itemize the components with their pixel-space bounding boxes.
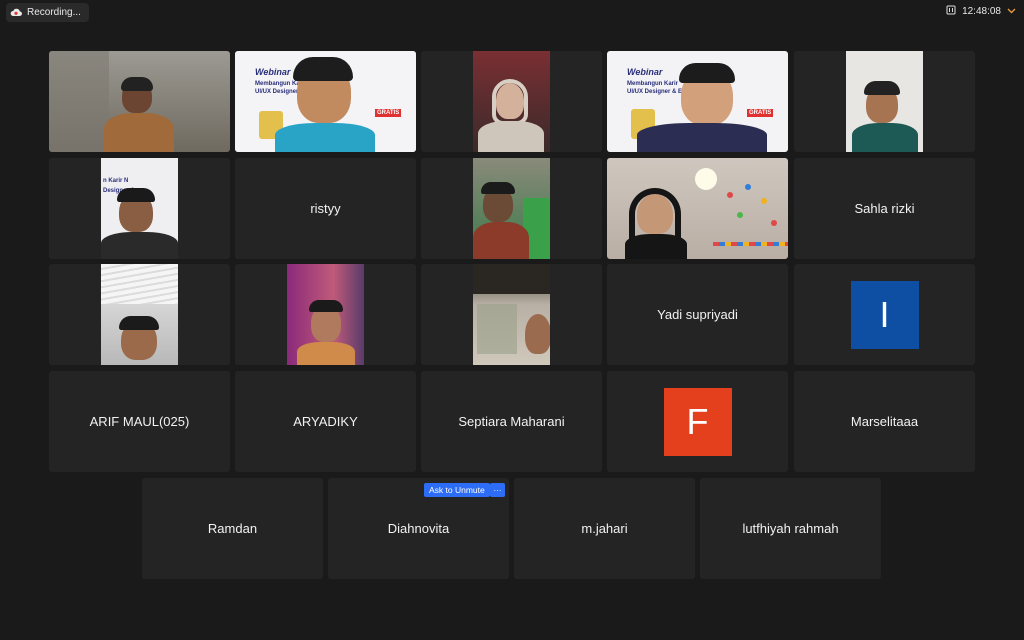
participant-video <box>101 264 178 365</box>
participant-name: m.jahari <box>581 521 628 536</box>
participant-tile-ristyy[interactable]: ristyy <box>235 158 416 259</box>
clock-icon <box>946 5 956 18</box>
participant-name: Marselitaaa <box>850 414 919 429</box>
participant-video-tile[interactable] <box>421 51 602 152</box>
participant-tile-avatar-f[interactable]: F <box>607 371 788 472</box>
participant-video <box>607 158 788 259</box>
participant-name: Septiara Maharani <box>458 414 565 429</box>
recording-label: Recording... <box>27 7 81 18</box>
participant-tile-yadi-supriyadi[interactable]: Yadi supriyadi <box>607 264 788 365</box>
participant-video-tile[interactable] <box>235 264 416 365</box>
participant-tile-lutfhiyah-rahmah[interactable]: lutfhiyah rahmah <box>700 478 881 579</box>
participant-name: Ramdan <box>207 521 258 536</box>
participant-video <box>473 158 550 259</box>
participant-video: Webinar Membangun Karir UI/UX Designer &… <box>607 51 788 152</box>
participant-video <box>473 264 550 365</box>
participant-video-tile[interactable] <box>607 158 788 259</box>
participant-name: Diahnovita <box>387 521 450 536</box>
participant-tile-ramdan[interactable]: Ramdan <box>142 478 323 579</box>
participant-tile-marselitaaa[interactable]: Marselitaaa <box>794 371 975 472</box>
participant-video-tile[interactable]: n Karir N Designer & <box>49 158 230 259</box>
participant-video-tile[interactable] <box>421 264 602 365</box>
participant-name: ristyy <box>310 201 341 216</box>
participant-video <box>846 51 923 152</box>
participant-avatar: F <box>663 387 732 456</box>
recording-indicator[interactable]: Recording... <box>6 3 89 22</box>
ask-to-unmute-button[interactable]: Ask to Unmute <box>424 483 490 497</box>
participant-tile-m-jahari[interactable]: m.jahari <box>514 478 695 579</box>
participant-tile-aryadiky[interactable]: ARYADIKY <box>235 371 416 472</box>
top-bar: Recording... 12:48:08 <box>0 0 1024 26</box>
participant-video-tile[interactable]: Webinar Membangun Karir UI/UX Designer &… <box>607 51 788 152</box>
participant-name: Sahla rizki <box>854 201 915 216</box>
participant-name: ARYADIKY <box>293 414 358 429</box>
participant-video <box>49 51 230 152</box>
participant-name: ARIF MAUL(025) <box>89 414 190 429</box>
participant-video: Webinar Membangun Karir UI/UX Designer &… <box>235 51 416 152</box>
more-options-button[interactable]: ··· <box>490 483 505 497</box>
participant-name: lutfhiyah rahmah <box>742 521 839 536</box>
participant-video-tile[interactable] <box>421 158 602 259</box>
participant-tile-sahla-rizki[interactable]: Sahla rizki <box>794 158 975 259</box>
participant-video-tile[interactable] <box>49 264 230 365</box>
meeting-clock: 12:48:08 <box>946 5 1016 18</box>
participant-video <box>287 264 364 365</box>
participant-name: Yadi supriyadi <box>657 307 738 322</box>
participant-tile-septiara-maharani[interactable]: Septiara Maharani <box>421 371 602 472</box>
participant-video: n Karir N Designer & <box>101 158 178 259</box>
chevron-down-icon[interactable] <box>1007 6 1016 17</box>
participant-avatar: I <box>850 280 919 349</box>
cloud-record-icon <box>10 8 22 17</box>
clock-time: 12:48:08 <box>962 6 1001 17</box>
participant-video-tile[interactable] <box>49 51 230 152</box>
participant-video-tile-active-speaker[interactable]: Webinar Membangun Karir UI/UX Designer &… <box>235 51 416 152</box>
participant-video <box>473 51 550 152</box>
participant-tile-arif-maul[interactable]: ARIF MAUL(025) <box>49 371 230 472</box>
participant-tile-avatar-i[interactable]: I <box>794 264 975 365</box>
participant-video-tile[interactable] <box>794 51 975 152</box>
